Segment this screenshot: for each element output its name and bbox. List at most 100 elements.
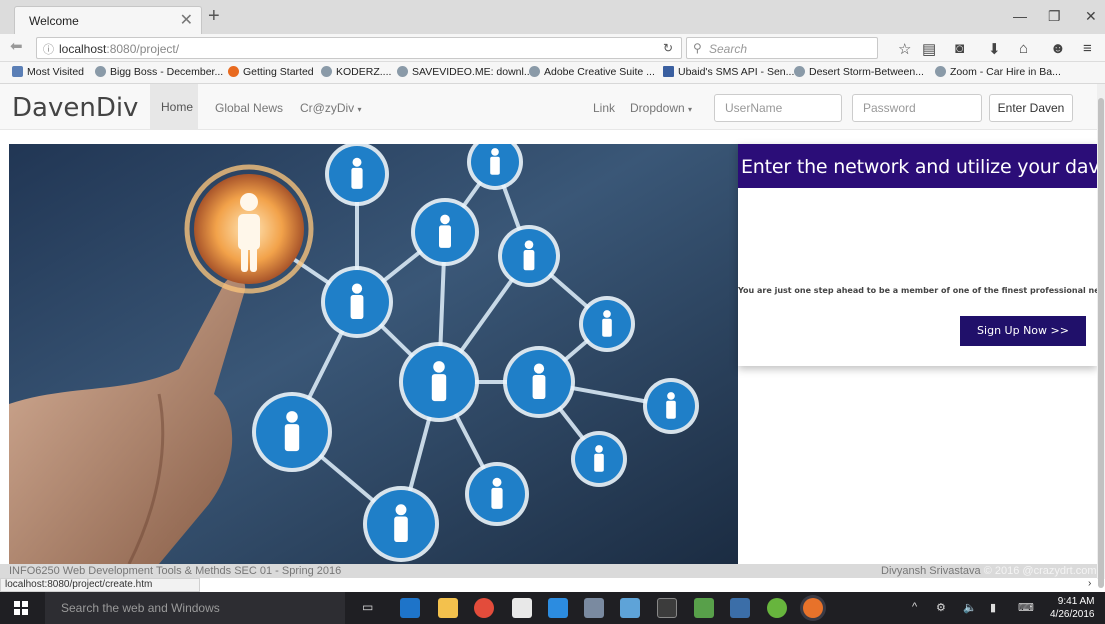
- nav-item-crazydiv[interactable]: Cr@zyDiv ▾: [300, 101, 362, 115]
- url-path: :8080/project/: [106, 42, 180, 56]
- keyboard-icon[interactable]: ⌨: [1018, 601, 1034, 614]
- status-bar-url: localhost:8080/project/create.htm: [0, 578, 200, 592]
- bookmark-item[interactable]: Zoom - Car Hire in Ba...: [935, 66, 1061, 78]
- store-icon[interactable]: [512, 598, 532, 618]
- window-close-icon[interactable]: ✕: [1085, 8, 1097, 25]
- tab-close-icon[interactable]: ✕: [180, 10, 193, 30]
- bookmark-item[interactable]: Adobe Creative Suite ...: [529, 66, 655, 78]
- back-arrow-icon[interactable]: ⬅: [10, 37, 30, 57]
- bookmark-item[interactable]: Desert Storm-Between...: [794, 66, 924, 78]
- bookmark-star-icon[interactable]: ☆: [898, 40, 911, 58]
- username-input[interactable]: UserName: [714, 94, 842, 122]
- restore-icon[interactable]: ❐: [1048, 8, 1061, 25]
- image-icon: [663, 66, 674, 77]
- minimize-icon[interactable]: —: [1013, 8, 1027, 24]
- taskbar-search-placeholder: Search the web and Windows: [61, 601, 220, 615]
- network-node-icon: [399, 342, 479, 422]
- app-visual-icon[interactable]: [730, 598, 750, 618]
- firefox-icon: [228, 66, 239, 77]
- globe-icon: [95, 66, 106, 77]
- url-bar[interactable]: ⓘ localhost:8080/project/ ↻: [36, 37, 682, 59]
- firefox-taskbar-icon[interactable]: [803, 598, 823, 618]
- network-node-icon: [321, 266, 393, 338]
- globe-icon: [397, 66, 408, 77]
- url-text: localhost:8080/project/: [59, 42, 179, 56]
- app-cube-icon[interactable]: [548, 598, 568, 618]
- globe-icon: [529, 66, 540, 77]
- brand-logo[interactable]: DavenDiv: [12, 93, 138, 123]
- notification-icon[interactable]: ▮: [990, 601, 996, 614]
- bookmark-item[interactable]: Most Visited: [12, 66, 84, 78]
- reading-list-icon[interactable]: ▤: [922, 40, 936, 58]
- panel-title: Enter the network and utilize your daven: [741, 156, 1105, 178]
- panel-header: Enter the network and utilize your daven: [738, 144, 1105, 188]
- scrollbar-thumb[interactable]: [1098, 98, 1104, 588]
- footer-credit: Divyansh Srivastava © 2016 @crazydrt.com: [881, 565, 1097, 577]
- app-shape-icon[interactable]: [620, 598, 640, 618]
- password-input[interactable]: Password: [852, 94, 982, 122]
- network-node-icon: [465, 462, 529, 526]
- network-node-icon: [363, 486, 439, 562]
- nav-item-global-news[interactable]: Global News: [215, 101, 283, 115]
- page-footer: INFO6250 Web Development Tools & Methds …: [0, 564, 1097, 578]
- app-chart-icon[interactable]: [694, 598, 714, 618]
- clock-time: 9:41 AM: [1057, 596, 1095, 607]
- download-icon[interactable]: ⬇: [988, 40, 1001, 58]
- edge-icon[interactable]: [400, 598, 420, 618]
- chat-icon[interactable]: ☻: [1050, 40, 1066, 57]
- reload-icon[interactable]: ↻: [663, 41, 673, 55]
- taskbar-clock[interactable]: 9:41 AM 4/26/2016: [1050, 595, 1095, 621]
- taskbar-search-input[interactable]: Search the web and Windows: [45, 592, 345, 624]
- hero-network-image: [9, 144, 738, 564]
- network-node-icon: [252, 392, 332, 472]
- network-node-icon: [503, 346, 575, 418]
- volume-icon[interactable]: 🔈: [963, 601, 977, 614]
- network-node-icon: [498, 225, 560, 287]
- bookmark-item[interactable]: Getting Started: [228, 66, 314, 78]
- sign-up-button[interactable]: Sign Up Now >>: [960, 316, 1086, 346]
- home-icon[interactable]: ⌂: [1019, 40, 1028, 57]
- globe-icon: [794, 66, 805, 77]
- caret-down-icon: ▾: [688, 105, 693, 114]
- browser-nav-bar: ⬅ ⓘ localhost:8080/project/ ↻ ⚲ Search ☆…: [0, 34, 1105, 62]
- search-placeholder: Search: [709, 42, 748, 56]
- signup-panel: Enter the network and utilize your daven…: [738, 144, 1105, 366]
- browser-search-input[interactable]: ⚲ Search: [686, 37, 878, 59]
- tray-chevron-icon[interactable]: ^: [912, 601, 917, 613]
- chrome-icon[interactable]: [474, 598, 494, 618]
- footer-course: INFO6250 Web Development Tools & Methds …: [9, 565, 342, 577]
- bookmark-item[interactable]: KODERZ....: [321, 66, 391, 78]
- network-nodes: [252, 144, 699, 562]
- browser-tab-bar: Welcome ✕ + — ❐ ✕: [0, 0, 1105, 34]
- tray-network-icon[interactable]: ⚙: [936, 601, 946, 614]
- spring-icon[interactable]: [767, 598, 787, 618]
- panel-message: You are just one step ahead to be a memb…: [738, 286, 1105, 295]
- windows-start-icon[interactable]: [14, 601, 28, 615]
- scroll-right-icon[interactable]: ›: [1088, 578, 1091, 589]
- bookmarks-bar: Most Visited Bigg Boss - December... Get…: [0, 62, 1105, 84]
- browser-tab[interactable]: Welcome ✕: [14, 6, 202, 34]
- bookmark-folder-icon: [12, 66, 23, 77]
- menu-icon[interactable]: ≡: [1083, 40, 1092, 57]
- url-host: localhost: [59, 42, 107, 56]
- enter-daven-button[interactable]: Enter Daven: [989, 94, 1073, 122]
- info-icon[interactable]: ⓘ: [43, 41, 54, 57]
- network-node-icon: [643, 378, 699, 434]
- page-scrollbar[interactable]: [1097, 84, 1105, 588]
- nav-item-link[interactable]: Link: [593, 101, 615, 115]
- bookmark-item[interactable]: Ubaid's SMS API - Sen...: [663, 66, 794, 78]
- file-explorer-icon[interactable]: [438, 598, 458, 618]
- bookmark-item[interactable]: Bigg Boss - December...: [95, 66, 223, 78]
- globe-icon: [935, 66, 946, 77]
- tab-title: Welcome: [29, 14, 79, 28]
- pocket-icon[interactable]: ◙: [955, 40, 964, 57]
- windows-taskbar: Search the web and Windows ▭ ^ ⚙ 🔈 ▮ ⌨ 9…: [0, 592, 1105, 624]
- nav-item-home[interactable]: Home: [150, 84, 198, 130]
- app-grid-icon[interactable]: [584, 598, 604, 618]
- command-prompt-icon[interactable]: [657, 598, 677, 618]
- new-tab-icon[interactable]: +: [208, 5, 220, 28]
- network-node-icon: [579, 296, 635, 352]
- bookmark-item[interactable]: SAVEVIDEO.ME: downl...: [397, 66, 533, 78]
- task-view-icon[interactable]: ▭: [362, 600, 373, 614]
- nav-item-dropdown[interactable]: Dropdown ▾: [630, 101, 692, 115]
